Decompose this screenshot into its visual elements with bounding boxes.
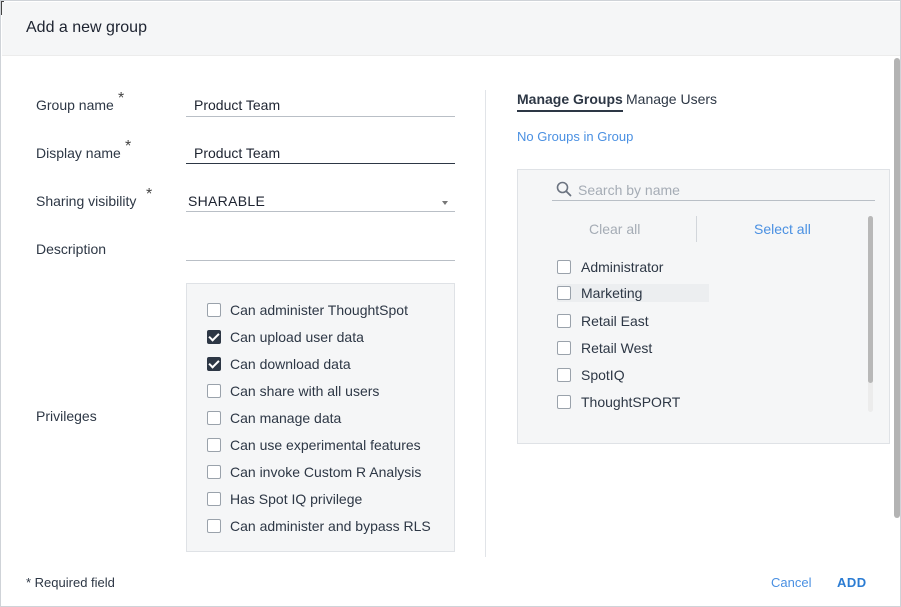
privilege-checkbox[interactable] <box>207 411 221 425</box>
group-name-label: Group name <box>36 97 114 113</box>
group-checkbox[interactable] <box>557 286 571 300</box>
group-label: SpotIQ <box>581 367 625 383</box>
chevron-down-icon[interactable] <box>442 201 448 205</box>
group-label: Marketing <box>581 285 643 301</box>
group-name-required-marker: * <box>118 90 125 107</box>
group-checkbox[interactable] <box>557 368 571 382</box>
group-label: Retail East <box>581 313 649 329</box>
group-label: Retail West <box>581 340 653 356</box>
description-label: Description <box>36 241 107 257</box>
privilege-label: Can invoke Custom R Analysis <box>230 464 422 480</box>
privilege-checkbox[interactable] <box>207 303 221 317</box>
no-groups-message: No Groups in Group <box>517 129 634 144</box>
group-list-item[interactable]: Retail East <box>557 312 649 330</box>
privilege-item[interactable]: Can share with all users <box>207 382 379 400</box>
group-checkbox[interactable] <box>557 314 571 328</box>
privilege-label: Has Spot IQ privilege <box>230 491 363 507</box>
privilege-label: Can download data <box>230 356 351 372</box>
cancel-button[interactable]: Cancel <box>771 575 811 590</box>
dialog-header: Add a new group <box>2 2 900 56</box>
group-list-item[interactable]: ThoughtSPORT <box>557 393 680 411</box>
search-underline <box>552 200 875 201</box>
sharing-visibility-select[interactable]: SHARABLE <box>188 193 265 209</box>
display-name-underline <box>186 163 455 164</box>
sharing-visibility-underline <box>186 211 455 212</box>
privilege-label: Can upload user data <box>230 329 364 345</box>
group-checkbox[interactable] <box>557 260 571 274</box>
privilege-checkbox[interactable] <box>207 384 221 398</box>
sharing-visibility-label: Sharing visibility <box>36 193 137 209</box>
sharing-visibility-required-marker: * <box>146 186 153 203</box>
dialog-title: Add a new group <box>26 19 147 36</box>
display-name-input[interactable]: Product Team <box>194 145 280 161</box>
clear-all-button[interactable]: Clear all <box>589 221 640 237</box>
group-label: Administrator <box>581 259 664 275</box>
required-field-note: * Required field <box>26 575 115 590</box>
privileges-label: Privileges <box>36 408 97 424</box>
privilege-label: Can administer ThoughtSpot <box>230 302 408 318</box>
privilege-item[interactable]: Has Spot IQ privilege <box>207 490 362 508</box>
search-icon <box>556 181 572 197</box>
description-input[interactable] <box>194 241 454 259</box>
privilege-checkbox[interactable] <box>207 330 221 344</box>
group-list-item[interactable]: Retail West <box>557 339 652 357</box>
groups-scrollbar-thumb[interactable] <box>868 216 873 383</box>
display-name-required-marker: * <box>125 138 132 155</box>
privilege-item[interactable]: Can upload user data <box>207 328 364 346</box>
privilege-item[interactable]: Can use experimental features <box>207 436 421 454</box>
privilege-checkbox[interactable] <box>207 519 221 533</box>
group-checkbox[interactable] <box>557 395 571 409</box>
tab-manage-users[interactable]: Manage Users <box>626 91 717 110</box>
vertical-divider <box>485 90 486 557</box>
privilege-item[interactable]: Can administer and bypass RLS <box>207 517 431 535</box>
group-list-item[interactable]: Marketing <box>557 284 709 302</box>
tab-manage-groups[interactable]: Manage Groups <box>517 91 623 112</box>
group-checkbox[interactable] <box>557 341 571 355</box>
group-name-input[interactable]: Product Team <box>194 97 280 113</box>
privilege-checkbox[interactable] <box>207 438 221 452</box>
group-name-underline <box>186 116 455 117</box>
button-separator <box>696 216 697 242</box>
select-all-button[interactable]: Select all <box>754 221 811 237</box>
group-list-item[interactable]: Administrator <box>557 258 663 276</box>
privileges-panel: Can administer ThoughtSpot Can upload use… <box>186 283 455 552</box>
group-list-item[interactable]: SpotIQ <box>557 366 625 384</box>
privilege-item[interactable]: Can manage data <box>207 409 341 427</box>
privilege-checkbox[interactable] <box>207 465 221 479</box>
add-group-dialog: Add a new group Group name * Product Tea… <box>0 0 901 607</box>
privilege-label: Can manage data <box>230 410 342 426</box>
add-button[interactable]: ADD <box>837 575 867 590</box>
privilege-item[interactable]: Can invoke Custom R Analysis <box>207 463 421 481</box>
privilege-label: Can share with all users <box>230 383 380 399</box>
privilege-item[interactable]: Can download data <box>207 355 351 373</box>
dialog-scrollbar[interactable] <box>894 58 900 518</box>
privilege-item[interactable]: Can administer ThoughtSpot <box>207 301 408 319</box>
privilege-label: Can administer and bypass RLS <box>230 518 431 534</box>
privilege-checkbox[interactable] <box>207 357 221 371</box>
groups-panel: Clear all Select all Administrator Market… <box>517 169 890 444</box>
privilege-label: Can use experimental features <box>230 437 421 453</box>
privilege-checkbox[interactable] <box>207 492 221 506</box>
search-input[interactable] <box>578 179 873 201</box>
group-label: ThoughtSPORT <box>581 394 681 410</box>
display-name-label: Display name <box>36 145 121 161</box>
description-underline <box>186 260 455 261</box>
